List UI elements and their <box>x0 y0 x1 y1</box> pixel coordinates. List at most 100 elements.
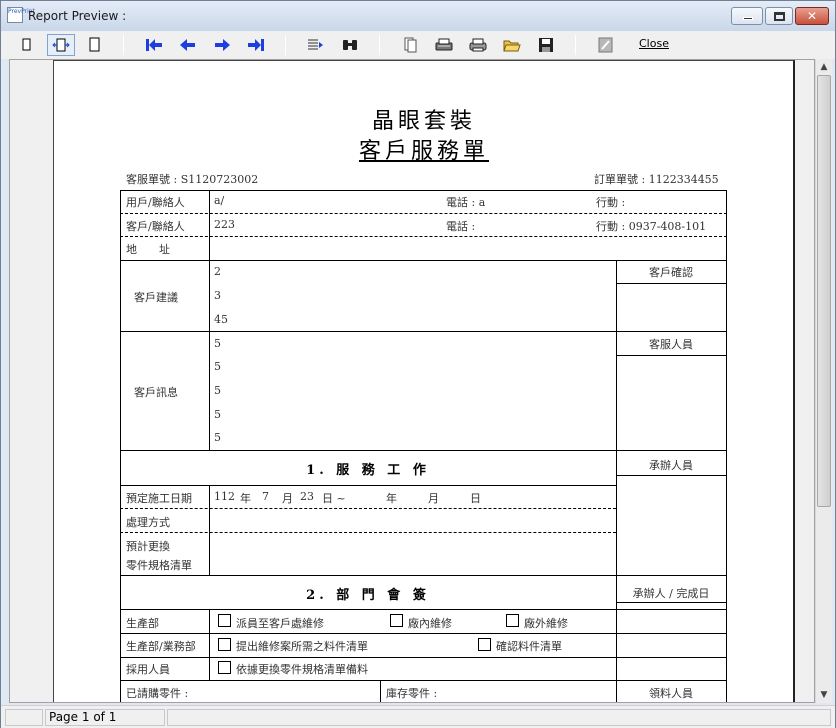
vertical-scrollbar[interactable]: ▲ ▼ <box>815 59 832 703</box>
row-divider <box>120 508 616 509</box>
arrow-left-icon <box>180 39 195 51</box>
message-line: 5 <box>214 384 221 397</box>
maximize-button[interactable] <box>765 7 793 25</box>
address-label: 地 址 <box>126 243 170 256</box>
status-cell <box>167 709 831 726</box>
prepare-parts-label: 依據更換零件規格清單備料 <box>236 663 368 676</box>
confirm-parts-checkbox[interactable] <box>478 638 491 651</box>
onsite-repair-label: 派員至客戶處維修 <box>236 617 324 630</box>
parts-label-line1: 預計更換 <box>126 540 170 553</box>
user-mobile: 行動 : <box>596 196 626 209</box>
customer-mobile: 行動 : 0937-408-101 <box>596 220 707 233</box>
next-page-button[interactable] <box>211 34 233 56</box>
column-divider <box>616 260 617 575</box>
status-cell <box>5 709 43 726</box>
window-title: Report Preview : <box>28 9 127 23</box>
table-border-right <box>726 190 727 702</box>
scrollbar-thumb[interactable] <box>817 75 831 507</box>
customer-phone: 電話 : <box>446 220 476 233</box>
column-divider <box>209 609 210 680</box>
customer-contact-value: 223 <box>214 218 235 231</box>
whole-page-view-button[interactable] <box>83 34 105 56</box>
suggestion-line: 3 <box>214 289 221 302</box>
binoculars-icon <box>343 40 357 50</box>
app-icon: PrevPrint <box>7 7 35 23</box>
printer-setup-button[interactable] <box>433 34 455 56</box>
handler-label: 承辦人員 <box>649 459 693 472</box>
section2-title: 2. 部 門 會 簽 <box>306 588 430 603</box>
close-window-button[interactable]: ✕ <box>795 7 829 25</box>
toolbar-separator <box>379 35 380 55</box>
floppy-disk-icon <box>539 38 553 52</box>
scroll-down-arrow-icon[interactable]: ▼ <box>816 687 832 703</box>
goto-page-icon <box>308 39 323 50</box>
row-divider <box>120 633 727 634</box>
row-divider <box>120 331 727 332</box>
external-repair-checkbox[interactable] <box>506 614 519 627</box>
user-contact-label: 用戶/聯絡人 <box>126 196 185 209</box>
row-divider <box>120 485 616 486</box>
parts-list-checkbox[interactable] <box>218 638 231 651</box>
title-bar[interactable]: PrevPrint Report Preview : ✕ <box>1 1 835 31</box>
row-divider <box>120 575 727 576</box>
user-contact-value: a/ <box>214 194 225 207</box>
end-day-unit: 日 <box>470 492 481 505</box>
stock-parts-label: 庫存零件 : <box>386 687 438 700</box>
scheduled-date-label: 預定施工日期 <box>126 492 192 505</box>
save-button[interactable] <box>535 34 557 56</box>
export-button[interactable] <box>595 34 617 56</box>
in-house-repair-checkbox[interactable] <box>390 614 403 627</box>
copy-page-icon <box>404 37 417 53</box>
single-page-view-button[interactable] <box>15 34 37 56</box>
single-page-icon <box>22 38 31 51</box>
row-divider <box>120 450 727 451</box>
column-divider <box>209 190 210 450</box>
material-collector-label: 領料人員 <box>649 687 693 700</box>
service-number: 客服單號 : S1120723002 <box>126 173 259 186</box>
page-width-view-button[interactable] <box>47 34 75 56</box>
print-button[interactable] <box>467 34 489 56</box>
first-page-button[interactable] <box>143 34 165 56</box>
last-page-icon <box>248 39 264 51</box>
confirm-parts-label: 確認料件清單 <box>496 640 562 653</box>
user-phone: 電話 : a <box>446 196 486 209</box>
onsite-repair-checkbox[interactable] <box>218 614 231 627</box>
report-page: 晶眼套裝 客戶服務單 客服單號 : S1120723002 訂單單號 : 112… <box>53 60 795 702</box>
first-page-icon <box>146 39 162 51</box>
date-day-unit: 日 ~ <box>322 492 346 505</box>
suggestion-label: 客戶建議 <box>134 291 178 304</box>
row-divider <box>120 236 727 237</box>
handler-date-label: 承辦人 / 完成日 <box>632 587 710 600</box>
row-divider <box>120 260 727 261</box>
close-button[interactable]: Close <box>639 37 669 50</box>
goto-page-button[interactable] <box>305 34 327 56</box>
customer-confirm-label: 客戶確認 <box>649 266 693 279</box>
prepare-parts-checkbox[interactable] <box>218 661 231 674</box>
toolbar-separator <box>285 35 286 55</box>
date-month-value: 7 <box>262 490 269 503</box>
export-icon <box>598 37 613 53</box>
preview-viewport[interactable]: 晶眼套裝 客戶服務單 客服單號 : S1120723002 訂單單號 : 112… <box>9 59 815 703</box>
purchasing-label: 採用人員 <box>126 663 170 676</box>
copy-button[interactable] <box>399 34 421 56</box>
date-month-unit: 月 <box>282 492 293 505</box>
customer-contact-label: 客戶/聯絡人 <box>126 220 185 233</box>
page-indicator: Page 1 of 1 <box>45 709 165 726</box>
section1-title: 1. 服 務 工 作 <box>306 463 430 478</box>
row-divider <box>120 680 727 681</box>
report-preview-window: PrevPrint Report Preview : ✕ Close 晶眼套裝 … <box>0 0 836 728</box>
last-page-button[interactable] <box>245 34 267 56</box>
scroll-up-arrow-icon[interactable]: ▲ <box>816 59 832 75</box>
previous-page-button[interactable] <box>177 34 199 56</box>
sales-label: 生產部/業務部 <box>126 640 196 653</box>
row-divider <box>120 657 727 658</box>
minimize-button[interactable] <box>731 7 763 25</box>
message-line: 5 <box>214 360 221 373</box>
open-file-button[interactable] <box>501 34 523 56</box>
parts-list-label: 提出維修案所需之料件清單 <box>236 640 368 653</box>
printer-icon <box>469 38 487 52</box>
close-icon: ✕ <box>806 9 818 23</box>
find-button[interactable] <box>339 34 361 56</box>
message-line: 5 <box>214 337 221 350</box>
message-line: 5 <box>214 431 221 444</box>
